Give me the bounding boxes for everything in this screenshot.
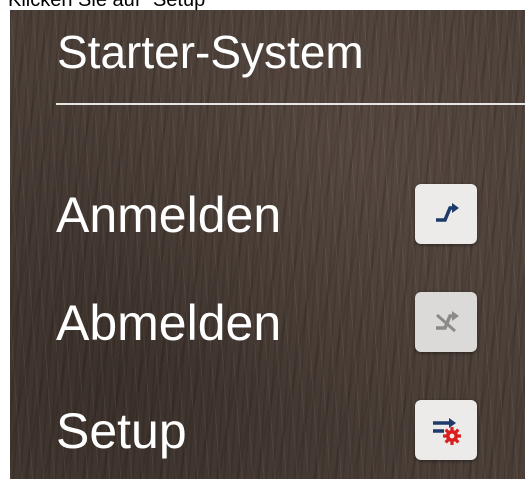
starter-system-panel: Starter-System Anmelden Abmelden Setup bbox=[10, 10, 525, 479]
panel-title: Starter-System bbox=[57, 26, 364, 78]
menu-item-label: Abmelden bbox=[56, 295, 282, 351]
menu-item-label: Setup bbox=[56, 403, 187, 459]
setup-gear-icon bbox=[433, 418, 461, 445]
menu-item-abmelden[interactable]: Abmelden bbox=[56, 278, 496, 368]
title-divider bbox=[56, 103, 525, 105]
login-button[interactable] bbox=[415, 184, 477, 244]
menu-item-label: Anmelden bbox=[56, 187, 282, 243]
menu-item-setup[interactable]: Setup bbox=[56, 386, 496, 476]
setup-button[interactable] bbox=[415, 400, 477, 460]
menu-item-anmelden[interactable]: Anmelden bbox=[56, 170, 496, 260]
logout-button[interactable] bbox=[415, 292, 477, 352]
logout-arrow-icon bbox=[436, 311, 459, 333]
login-arrow-icon bbox=[436, 203, 459, 222]
